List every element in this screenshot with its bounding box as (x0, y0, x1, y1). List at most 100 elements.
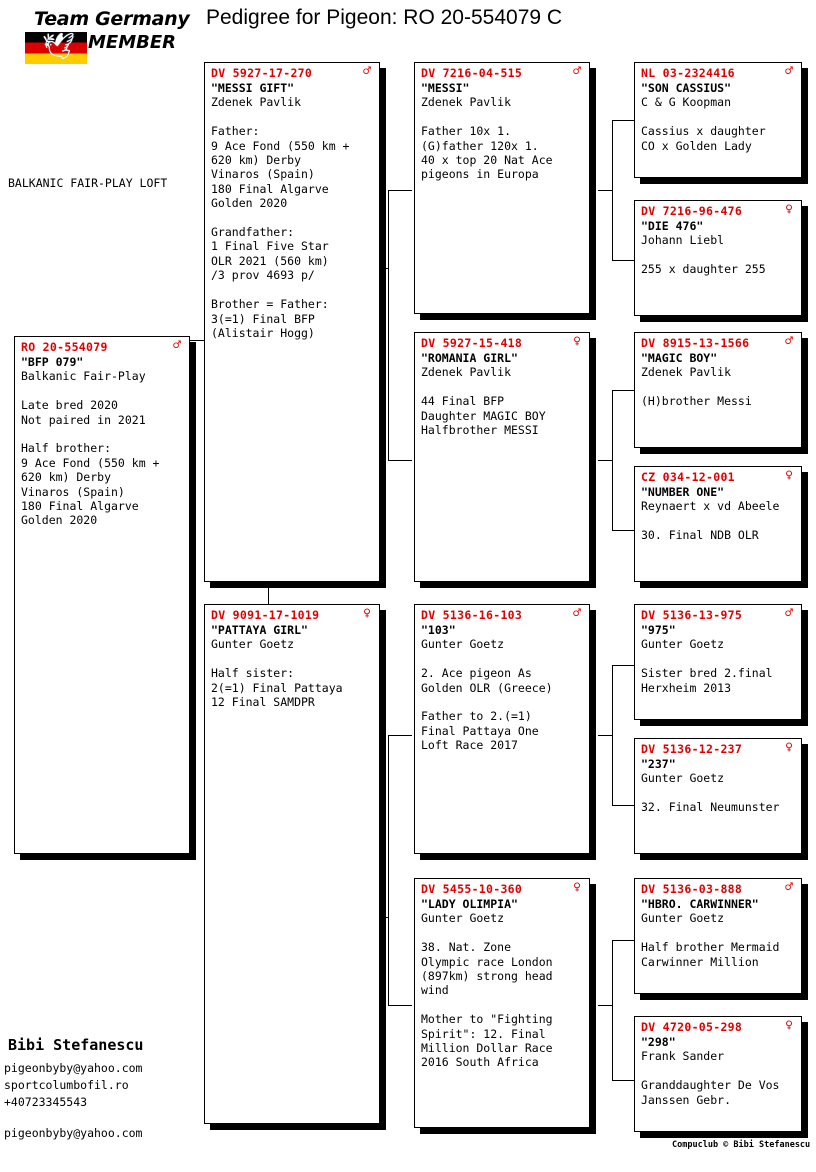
connector (612, 805, 634, 806)
connector (612, 665, 613, 805)
owner-email[interactable]: pigeonbyby@yahoo.com (4, 1061, 142, 1075)
connector (388, 1005, 412, 1006)
gen2-box-4[interactable]: DV 5455-10-360 ♀ "LADY OLIMPIA" Gunter G… (414, 878, 590, 1128)
gen3-box-6[interactable]: DV 5136-12-237 ♀ "237" Gunter Goetz 32. … (634, 738, 802, 854)
connector (612, 120, 613, 260)
connector (612, 390, 613, 530)
connector (190, 340, 204, 341)
owner-website[interactable]: sportcolumbofil.ro (4, 1078, 129, 1092)
breeder-name: Zdenek Pavlik (211, 95, 302, 110)
gen3-box-1-body: "SON CASSIUS" C & G Koopman Cassius x da… (635, 80, 801, 157)
gen1-mother-body: "PATTAYA GIRL" Gunter Goetz Half sister:… (205, 622, 379, 713)
sex-male-icon: ♂ (785, 606, 793, 621)
gen2-box-4-header: DV 5455-10-360 ♀ (415, 879, 589, 896)
logo-title: Team Germany (34, 8, 190, 30)
gen1-father-box[interactable]: DV 5927-17-270 ♂ "MESSI GIFT" Zdenek Pav… (204, 62, 380, 582)
breeder-name: Gunter Goetz (421, 637, 505, 652)
pigeon-name: "BFP 079" (21, 355, 84, 369)
ring-number: CZ 034-12-001 (641, 470, 735, 484)
owner-email-secondary[interactable]: pigeonbyby@yahoo.com (4, 1126, 142, 1140)
ring-number: DV 5927-17-270 (211, 66, 313, 80)
connector (598, 460, 612, 461)
pigeon-name: "LADY OLIMPIA" (421, 897, 518, 911)
sex-male-icon: ♂ (363, 64, 371, 79)
gen3-box-1[interactable]: NL 03-2324416 ♂ "SON CASSIUS" C & G Koop… (634, 62, 802, 178)
ring-number: DV 5455-10-360 (421, 882, 523, 896)
gen1-father-body: "MESSI GIFT" Zdenek Pavlik Father: 9 Ace… (205, 80, 379, 344)
gen3-box-5-body: "975" Gunter Goetz Sister bred 2.final H… (635, 622, 801, 699)
gen2-box-3-header: DV 5136-16-103 ♂ (415, 605, 589, 622)
gen3-box-8-header: DV 4720-05-298 ♀ (635, 1017, 801, 1034)
breeder-name: Gunter Goetz (421, 911, 505, 926)
gen2-box-3[interactable]: DV 5136-16-103 ♂ "103" Gunter Goetz 2. A… (414, 604, 590, 854)
subject-box[interactable]: RO 20-554079 ♂ "BFP 079" Balkanic Fair-P… (14, 336, 190, 854)
breeder-name: Zdenek Pavlik (421, 95, 512, 110)
gen3-box-4[interactable]: CZ 034-12-001 ♀ "NUMBER ONE" Reynaert x … (634, 466, 802, 582)
connector (612, 940, 613, 1080)
ring-number: DV 7216-96-476 (641, 204, 743, 218)
gen1-mother-box[interactable]: DV 9091-17-1019 ♀ "PATTAYA GIRL" Gunter … (204, 604, 380, 1124)
pigeon-notes: 255 x daughter 255 (641, 262, 766, 277)
connector (598, 190, 612, 191)
pigeon-notes: 32. Final Neumunster (641, 800, 780, 815)
gen3-box-4-body: "NUMBER ONE" Reynaert x vd Abeele 30. Fi… (635, 484, 801, 547)
sex-female-icon: ♀ (573, 334, 581, 349)
pigeon-name: "237" (641, 757, 676, 771)
connector (612, 1080, 634, 1081)
connector (598, 1005, 612, 1006)
gen2-box-2[interactable]: DV 5927-15-418 ♀ "ROMANIA GIRL" Zdenek P… (414, 332, 590, 582)
gen3-box-7[interactable]: DV 5136-03-888 ♂ "HBRO. CARWINNER" Gunte… (634, 878, 802, 994)
pigeon-notes: Father 10x 1. (G)father 120x 1. 40 x top… (421, 124, 553, 182)
gen2-box-3-body: "103" Gunter Goetz 2. Ace pigeon As Gold… (415, 622, 589, 757)
breeder-name: Gunter Goetz (641, 771, 725, 786)
gen3-box-5[interactable]: DV 5136-13-975 ♂ "975" Gunter Goetz Sist… (634, 604, 802, 720)
sex-female-icon: ♀ (785, 468, 793, 483)
ring-number: DV 4720-05-298 (641, 1020, 743, 1034)
pigeon-notes: Father: 9 Ace Fond (550 km + 620 km) Der… (211, 124, 350, 340)
breeder-name: Gunter Goetz (211, 637, 295, 652)
team-germany-logo: Team Germany 🕊 MEMBER (8, 6, 192, 68)
gen2-box-2-header: DV 5927-15-418 ♀ (415, 333, 589, 350)
page-title: Pedigree for Pigeon: RO 20-554079 C (206, 6, 563, 29)
logo-member-label: MEMBER (88, 32, 176, 53)
connector (388, 735, 389, 1005)
gen2-box-1-header: DV 7216-04-515 ♂ (415, 63, 589, 80)
gen3-box-2[interactable]: DV 7216-96-476 ♀ "DIE 476" Johann Liebl … (634, 200, 802, 316)
breeder-name: Johann Liebl (641, 233, 725, 248)
breeder-name: Frank Sander (641, 1049, 725, 1064)
gen2-box-1[interactable]: DV 7216-04-515 ♂ "MESSI" Zdenek Pavlik F… (414, 62, 590, 314)
pigeon-name: "298" (641, 1035, 676, 1049)
sex-male-icon: ♂ (573, 64, 581, 79)
connector (598, 735, 612, 736)
pigeon-name: "DIE 476" (641, 219, 704, 233)
connector (612, 120, 634, 121)
connector (388, 460, 412, 461)
sex-male-icon: ♂ (785, 880, 793, 895)
pigeon-name: "NUMBER ONE" (641, 485, 725, 499)
breeder-name: Gunter Goetz (641, 637, 725, 652)
sex-male-icon: ♂ (785, 64, 793, 79)
sex-female-icon: ♀ (785, 202, 793, 217)
gen3-box-2-header: DV 7216-96-476 ♀ (635, 201, 801, 218)
sex-female-icon: ♀ (363, 606, 371, 621)
connector (612, 530, 634, 531)
dove-icon: 🕊 (42, 32, 76, 62)
gen1-mother-header: DV 9091-17-1019 ♀ (205, 605, 379, 622)
gen3-box-8-body: "298" Frank Sander Granddaughter De Vos … (635, 1034, 801, 1111)
breeder-name: Gunter Goetz (641, 911, 725, 926)
gen2-box-4-body: "LADY OLIMPIA" Gunter Goetz 38. Nat. Zon… (415, 896, 589, 1074)
gen3-box-3-header: DV 8915-13-1566 ♂ (635, 333, 801, 350)
gen3-box-8[interactable]: DV 4720-05-298 ♀ "298" Frank Sander Gran… (634, 1016, 802, 1132)
pigeon-notes: Late bred 2020 Not paired in 2021 Half b… (21, 398, 160, 528)
pigeon-notes: (H)brother Messi (641, 394, 752, 409)
pigeon-name: "HBRO. CARWINNER" (641, 897, 759, 911)
pigeon-name: "PATTAYA GIRL" (211, 623, 308, 637)
pigeon-name: "103" (421, 623, 456, 637)
loft-name-label: BALKANIC FAIR-PLAY LOFT (8, 176, 168, 190)
sex-male-icon: ♂ (573, 606, 581, 621)
copyright-label: Compuclub © Bibi Stefanescu (672, 1140, 811, 1150)
sex-female-icon: ♀ (573, 880, 581, 895)
pigeon-notes: Half brother Mermaid Carwinner Million (641, 940, 780, 969)
ring-number: NL 03-2324416 (641, 66, 735, 80)
gen3-box-3[interactable]: DV 8915-13-1566 ♂ "MAGIC BOY" Zdenek Pav… (634, 332, 802, 448)
